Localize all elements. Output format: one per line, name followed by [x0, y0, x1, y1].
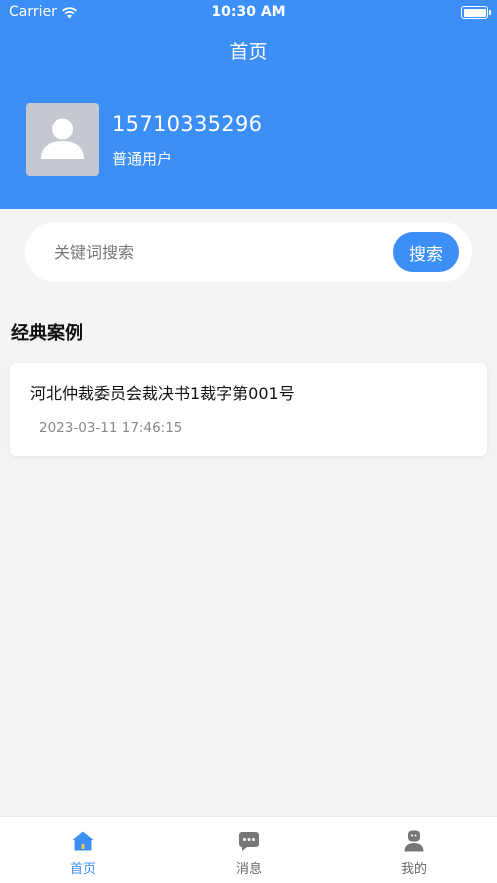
search-button[interactable]: 搜索: [393, 232, 459, 272]
case-title: 河北仲裁委员会裁决书1裁字第001号: [30, 384, 295, 403]
tab-bar: 首页 消息 我的: [0, 816, 497, 883]
page-title: 首页: [229, 41, 268, 63]
tab-messages[interactable]: 消息: [166, 817, 332, 883]
clock: 10:30 AM: [211, 4, 286, 20]
status-bar: Carrier 10:30 AM: [0, 0, 497, 26]
tab-profile-label: 我的: [400, 862, 427, 877]
case-time: 2023-03-11 17:46:15: [39, 420, 183, 436]
user-role: 普通用户: [112, 150, 173, 168]
home-icon: [72, 831, 94, 851]
battery-fill: [463, 8, 486, 17]
tab-home-label: 首页: [69, 862, 96, 877]
tab-home[interactable]: 首页: [0, 817, 166, 883]
user-phone: 15710335296: [112, 112, 263, 136]
case-card[interactable]: 河北仲裁委员会裁决书1裁字第001号 2023-03-11 17:46:15: [10, 363, 487, 456]
search-input[interactable]: [54, 234, 384, 270]
user-placeholder-icon: [41, 118, 84, 159]
page: Carrier 10:30 AM 首页 15710335296 普通用户 关键词…: [0, 0, 497, 883]
search-bar: 搜索: [25, 222, 472, 282]
tab-messages-label: 消息: [235, 862, 262, 877]
battery-icon: [461, 6, 491, 19]
header: Carrier 10:30 AM 首页 15710335296 普通用户: [0, 0, 497, 209]
avatar[interactable]: [26, 103, 99, 176]
section-title: 经典案例: [11, 323, 83, 344]
tab-profile[interactable]: 我的: [331, 817, 497, 883]
message-icon: [239, 832, 259, 851]
profile-icon: [404, 830, 424, 852]
